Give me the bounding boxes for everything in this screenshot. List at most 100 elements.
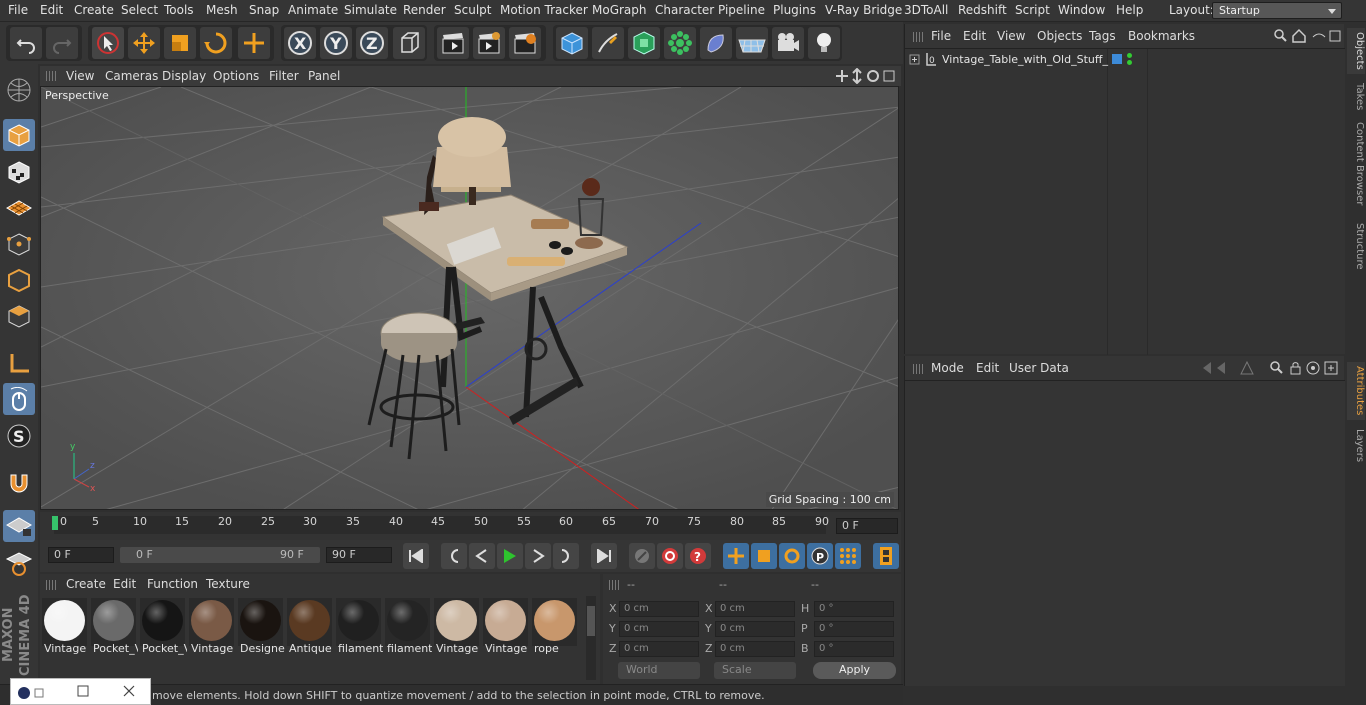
menu-simulate[interactable]: Simulate — [344, 3, 397, 17]
live-selection-button[interactable] — [92, 27, 124, 59]
edges-mode-button[interactable] — [3, 264, 35, 296]
next-frame-button[interactable] — [525, 543, 551, 569]
material-swatch[interactable]: Vintage — [483, 598, 528, 655]
layer-color-swatch[interactable] — [1112, 54, 1122, 64]
objects-menu-file[interactable]: File — [931, 29, 951, 43]
menu-3dtoall[interactable]: 3DToAll — [904, 3, 948, 17]
play-button[interactable] — [497, 543, 523, 569]
viewport-menu-options[interactable]: Options — [213, 69, 259, 83]
material-swatch[interactable]: Designe — [238, 598, 285, 655]
menu-plugins[interactable]: Plugins — [773, 3, 816, 17]
viewport-menu-panel[interactable]: Panel — [308, 69, 340, 83]
autokey-button[interactable]: ? — [685, 543, 711, 569]
material-scrollbar[interactable] — [586, 596, 596, 680]
timeline-ruler[interactable]: 0 5 10 15 20 25 30 35 40 45 50 55 60 65 … — [40, 512, 901, 540]
menu-motion-tracker[interactable]: Motion Tracker — [500, 3, 588, 17]
end-frame-field[interactable]: 90 F — [326, 547, 392, 563]
attributes-menu-edit[interactable]: Edit — [976, 361, 999, 375]
key-pla-button[interactable] — [835, 543, 861, 569]
go-to-end-button[interactable] — [591, 543, 617, 569]
object-manager-tools[interactable] — [1273, 28, 1341, 44]
workplane-mode-button[interactable] — [3, 192, 35, 224]
menu-vray-bridge[interactable]: V-Ray Bridge — [825, 3, 902, 17]
coord-value-field[interactable]: 0 cm — [715, 641, 795, 657]
snap-button[interactable] — [3, 467, 35, 499]
model-mode-button[interactable] — [3, 119, 35, 151]
coord-value-field[interactable]: 0 cm — [619, 601, 699, 617]
next-keyframe-button[interactable] — [553, 543, 579, 569]
range-slider[interactable]: 0 F 90 F — [120, 547, 320, 563]
material-swatch[interactable]: Vintage — [189, 598, 234, 655]
attributes-menu-mode[interactable]: Mode — [931, 361, 964, 375]
tab-structure[interactable]: Structure — [1347, 220, 1365, 272]
render-picture-viewer-button[interactable] — [473, 27, 505, 59]
viewport-menu-cameras[interactable]: Cameras — [105, 69, 158, 83]
world-select[interactable]: World — [618, 662, 700, 679]
tab-layers[interactable]: Layers — [1347, 426, 1365, 466]
tab-attributes[interactable]: Attributes — [1347, 362, 1365, 420]
menu-snap[interactable]: Snap — [249, 3, 279, 17]
material-swatch[interactable]: Pocket_V — [91, 598, 138, 655]
render-settings-button[interactable] — [509, 27, 541, 59]
objects-menu-objects[interactable]: Objects — [1037, 29, 1082, 43]
material-menu-texture[interactable]: Texture — [206, 577, 250, 591]
solo-button[interactable]: S — [3, 420, 35, 452]
start-frame-field[interactable]: 0 F — [48, 547, 114, 563]
material-swatch[interactable]: filament — [385, 598, 432, 655]
key-rotation-button[interactable] — [779, 543, 805, 569]
render-visibility-dot[interactable] — [1127, 60, 1132, 65]
attributes-menu-user-data[interactable]: User Data — [1009, 361, 1069, 375]
material-swatch[interactable]: Pocket_V — [140, 598, 187, 655]
polygons-mode-button[interactable] — [3, 300, 35, 332]
material-menu-edit[interactable]: Edit — [113, 577, 136, 591]
menu-select[interactable]: Select — [121, 3, 158, 17]
points-mode-button[interactable] — [3, 228, 35, 260]
move-tool-button[interactable] — [128, 27, 160, 59]
scrollbar-thumb[interactable] — [587, 606, 595, 636]
go-to-start-button[interactable] — [403, 543, 429, 569]
floor-button[interactable] — [736, 27, 768, 59]
prev-frame-button[interactable] — [469, 543, 495, 569]
coord-value-field[interactable]: 0 ° — [814, 641, 894, 657]
tab-objects[interactable]: Objects — [1347, 28, 1365, 74]
motion-record-button[interactable] — [629, 543, 655, 569]
material-swatch[interactable]: filament — [336, 598, 383, 655]
material-menu-function[interactable]: Function — [147, 577, 198, 591]
light-button[interactable] — [808, 27, 840, 59]
menu-animate[interactable]: Animate — [288, 3, 338, 17]
redo-button[interactable] — [46, 27, 78, 59]
pen-spline-button[interactable] — [592, 27, 624, 59]
close-icon[interactable] — [123, 685, 135, 697]
render-view-button[interactable] — [437, 27, 469, 59]
viewport-menu-filter[interactable]: Filter — [269, 69, 299, 83]
rotate-tool-button[interactable] — [200, 27, 232, 59]
layout-select[interactable]: Startup — [1212, 2, 1342, 19]
menu-create[interactable]: Create — [74, 3, 114, 17]
workplane-lock-button[interactable] — [3, 510, 35, 542]
maximize-icon[interactable] — [77, 685, 89, 697]
menu-render[interactable]: Render — [403, 3, 446, 17]
menu-file[interactable]: File — [8, 3, 28, 17]
workplane-rotate-button[interactable] — [3, 547, 35, 579]
texture-mode-button[interactable] — [3, 156, 35, 188]
menu-help[interactable]: Help — [1116, 3, 1143, 17]
material-swatch[interactable]: Vintage — [434, 598, 479, 655]
material-menu-create[interactable]: Create — [66, 577, 106, 591]
x-axis-button[interactable]: X — [284, 27, 316, 59]
subdivision-button[interactable] — [628, 27, 660, 59]
coord-value-field[interactable]: 0 ° — [814, 601, 894, 617]
menu-window[interactable]: Window — [1058, 3, 1105, 17]
menu-mesh[interactable]: Mesh — [206, 3, 238, 17]
menu-character[interactable]: Character — [655, 3, 714, 17]
attribute-nav-tools[interactable] — [1201, 360, 1341, 376]
scale-select[interactable]: Scale — [714, 662, 796, 679]
axis-mode-button[interactable] — [3, 347, 35, 379]
y-axis-button[interactable]: Y — [320, 27, 352, 59]
objects-menu-bookmarks[interactable]: Bookmarks — [1128, 29, 1195, 43]
menu-pipeline[interactable]: Pipeline — [718, 3, 765, 17]
coord-value-field[interactable]: 0 ° — [814, 621, 894, 637]
objects-menu-view[interactable]: View — [997, 29, 1025, 43]
tree-row-vintage-table[interactable]: 0 Vintage_Table_with_Old_Stuff_ — [905, 51, 1345, 69]
tab-takes[interactable]: Takes — [1347, 80, 1365, 114]
deformer-button[interactable] — [700, 27, 732, 59]
